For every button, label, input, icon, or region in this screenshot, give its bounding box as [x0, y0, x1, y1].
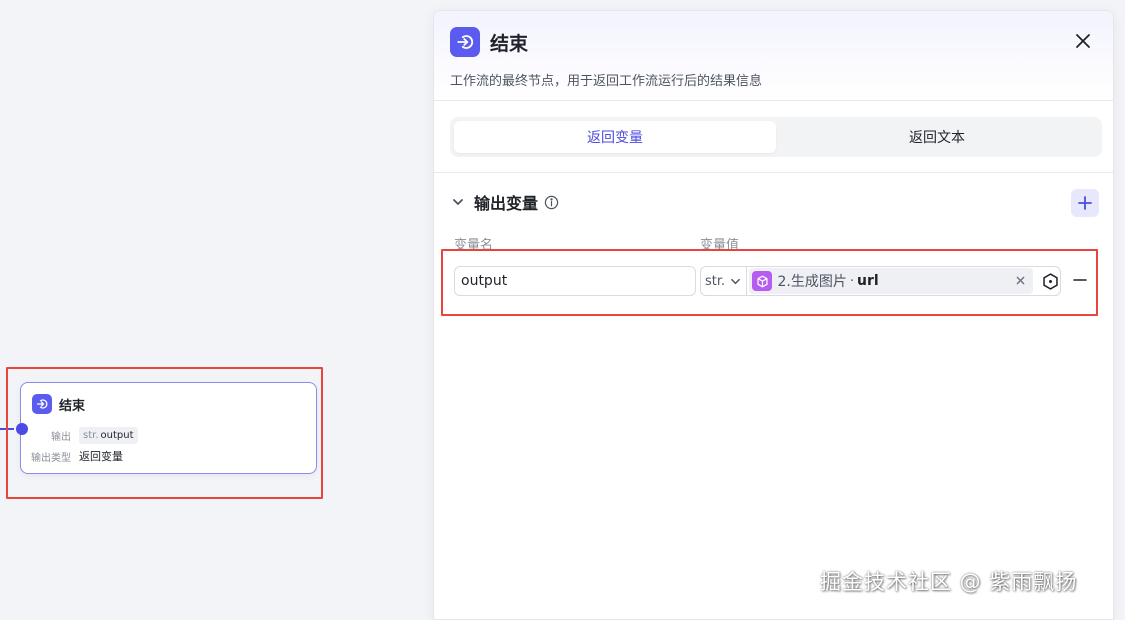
divider	[434, 172, 1113, 173]
info-icon[interactable]	[544, 195, 559, 210]
panel-title: 结束	[490, 33, 529, 55]
workflow-canvas[interactable]: 结束 输出 str. output 输出类型 返回变量 结束 工作流的最终节点，…	[0, 0, 1125, 620]
close-icon	[1076, 34, 1090, 48]
close-button[interactable]	[1073, 31, 1093, 51]
exit-icon	[450, 27, 480, 57]
return-mode-tabs: 返回变量 返回文本	[450, 117, 1102, 157]
node-highlight-box	[6, 367, 323, 499]
output-variables-section-header[interactable]: 输出变量	[452, 191, 559, 213]
tab-return-variable[interactable]: 返回变量	[454, 121, 776, 153]
panel-description: 工作流的最终节点，用于返回工作流运行后的结果信息	[450, 74, 763, 89]
tab-return-text[interactable]: 返回文本	[776, 121, 1098, 153]
panel-header: 结束 工作流的最终节点，用于返回工作流运行后的结果信息	[434, 11, 1113, 101]
variable-row-highlight-box	[441, 249, 1098, 316]
plus-icon	[1078, 196, 1092, 210]
add-variable-button[interactable]	[1071, 189, 1099, 217]
section-title: 输出变量	[474, 194, 539, 213]
chevron-down-icon	[453, 199, 463, 205]
watermark-text: 掘金技术社区 @ 紫雨飘扬	[820, 570, 1078, 594]
